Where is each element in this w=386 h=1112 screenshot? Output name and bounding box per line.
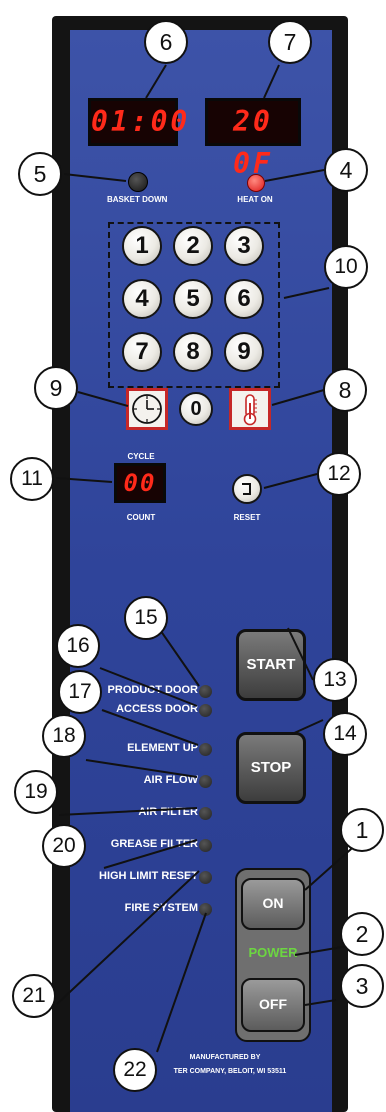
callout-17: 17 xyxy=(58,670,102,714)
callout-8: 8 xyxy=(323,368,367,412)
callout-11: 11 xyxy=(10,457,54,501)
callout-20: 20 xyxy=(42,824,86,868)
callout-22: 22 xyxy=(113,1048,157,1092)
callout-3: 3 xyxy=(340,964,384,1008)
callout-19: 19 xyxy=(14,770,58,814)
callout-15: 15 xyxy=(124,596,168,640)
callout-16: 16 xyxy=(56,624,100,668)
callout-7: 7 xyxy=(268,20,312,64)
callout-10: 10 xyxy=(324,245,368,289)
callout-1: 1 xyxy=(340,808,384,852)
callout-21: 21 xyxy=(12,974,56,1018)
callout-18: 18 xyxy=(42,714,86,758)
callout-13: 13 xyxy=(313,658,357,702)
callout-5: 5 xyxy=(18,152,62,196)
callout-9: 9 xyxy=(34,366,78,410)
callout-6: 6 xyxy=(144,20,188,64)
callout-4: 4 xyxy=(324,148,368,192)
callout-12: 12 xyxy=(317,452,361,496)
callout-14: 14 xyxy=(323,712,367,756)
callout-2: 2 xyxy=(340,912,384,956)
